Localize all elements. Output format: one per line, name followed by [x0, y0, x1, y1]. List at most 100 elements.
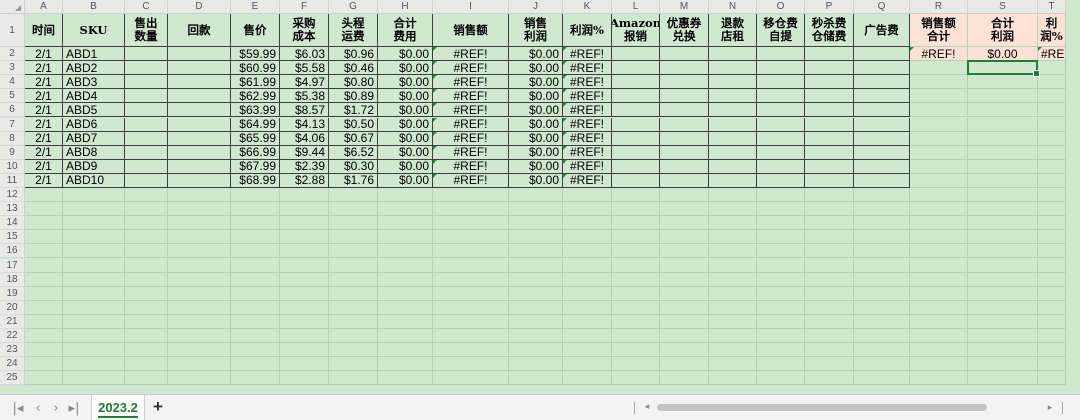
table-cell[interactable] [125, 103, 168, 118]
empty-cell[interactable] [378, 244, 433, 259]
empty-cell[interactable] [563, 371, 612, 386]
table-cell[interactable]: 2/1 [25, 103, 63, 118]
header-cell-q[interactable]: 广告费 [854, 14, 910, 47]
empty-cell[interactable] [854, 258, 910, 273]
row-header-22[interactable]: 22 [0, 329, 25, 344]
table-cell[interactable] [125, 61, 168, 76]
table-cell[interactable]: ABD4 [63, 89, 125, 104]
table-cell[interactable] [757, 61, 805, 76]
table-cell[interactable]: $0.00 [509, 131, 563, 146]
table-cell[interactable]: #REF! [433, 103, 509, 118]
column-header-c[interactable]: C [125, 0, 168, 14]
empty-cell[interactable] [433, 329, 509, 344]
empty-cell[interactable] [910, 357, 968, 372]
empty-cell[interactable] [854, 216, 910, 231]
table-cell[interactable]: $0.67 [329, 131, 378, 146]
empty-cell[interactable] [968, 75, 1038, 90]
scroll-right-arrow-icon[interactable]: ▸ [1042, 400, 1058, 416]
table-cell[interactable]: 2/1 [25, 145, 63, 160]
empty-cell[interactable] [805, 188, 854, 203]
empty-cell[interactable] [757, 343, 805, 358]
empty-cell[interactable] [612, 216, 660, 231]
empty-cell[interactable] [1038, 357, 1066, 372]
table-cell[interactable] [168, 61, 231, 76]
table-cell[interactable]: ABD2 [63, 61, 125, 76]
empty-cell[interactable] [125, 300, 168, 315]
table-cell[interactable]: 2/1 [25, 47, 63, 62]
row-header-20[interactable]: 20 [0, 300, 25, 315]
empty-cell[interactable] [709, 272, 757, 287]
column-header-j[interactable]: J [509, 0, 563, 14]
empty-cell[interactable] [968, 329, 1038, 344]
table-cell[interactable] [125, 159, 168, 174]
empty-cell[interactable] [63, 286, 125, 301]
table-cell[interactable]: ABD9 [63, 159, 125, 174]
table-cell[interactable] [612, 145, 660, 160]
column-header-g[interactable]: G [329, 0, 378, 14]
empty-cell[interactable] [231, 202, 280, 217]
empty-cell[interactable] [280, 357, 329, 372]
empty-cell[interactable] [612, 357, 660, 372]
table-cell[interactable]: $0.00 [378, 89, 433, 104]
empty-cell[interactable] [433, 244, 509, 259]
empty-cell[interactable] [757, 272, 805, 287]
empty-cell[interactable] [660, 314, 709, 329]
table-cell[interactable]: ABD6 [63, 117, 125, 132]
empty-cell[interactable] [612, 258, 660, 273]
empty-cell[interactable] [63, 314, 125, 329]
empty-cell[interactable] [25, 314, 63, 329]
empty-cell[interactable] [854, 371, 910, 386]
table-cell[interactable]: #REF! [563, 89, 612, 104]
empty-cell[interactable] [25, 329, 63, 344]
table-cell[interactable] [757, 131, 805, 146]
empty-cell[interactable] [509, 329, 563, 344]
empty-cell[interactable] [168, 258, 231, 273]
empty-cell[interactable] [757, 371, 805, 386]
empty-cell[interactable] [378, 188, 433, 203]
empty-cell[interactable] [433, 300, 509, 315]
empty-cell[interactable] [660, 343, 709, 358]
empty-cell[interactable] [125, 314, 168, 329]
table-cell[interactable] [709, 159, 757, 174]
empty-cell[interactable] [660, 258, 709, 273]
table-cell[interactable] [805, 159, 854, 174]
table-cell[interactable]: 2/1 [25, 159, 63, 174]
empty-cell[interactable] [25, 216, 63, 231]
empty-cell[interactable] [709, 202, 757, 217]
empty-cell[interactable] [433, 343, 509, 358]
table-cell[interactable] [660, 47, 709, 62]
header-cell-d[interactable]: 回款 [168, 14, 231, 47]
row-header-21[interactable]: 21 [0, 314, 25, 329]
table-cell[interactable] [125, 131, 168, 146]
table-cell[interactable] [660, 117, 709, 132]
table-cell[interactable]: #REF! [563, 173, 612, 188]
table-cell[interactable]: $0.00 [378, 75, 433, 90]
empty-cell[interactable] [805, 343, 854, 358]
empty-cell[interactable] [563, 230, 612, 245]
empty-cell[interactable] [231, 314, 280, 329]
column-header-n[interactable]: N [709, 0, 757, 14]
empty-cell[interactable] [612, 286, 660, 301]
table-cell[interactable] [660, 103, 709, 118]
empty-cell[interactable] [280, 314, 329, 329]
table-cell[interactable] [709, 75, 757, 90]
empty-cell[interactable] [1038, 202, 1066, 217]
table-cell[interactable]: $62.99 [231, 89, 280, 104]
first-sheet-button[interactable]: |◂ [10, 400, 26, 416]
table-cell[interactable] [660, 75, 709, 90]
table-cell[interactable]: $0.50 [329, 117, 378, 132]
empty-cell[interactable] [854, 329, 910, 344]
empty-cell[interactable] [757, 188, 805, 203]
empty-cell[interactable] [660, 244, 709, 259]
table-cell[interactable]: $0.00 [509, 89, 563, 104]
column-header-t[interactable]: T [1038, 0, 1066, 14]
empty-cell[interactable] [509, 258, 563, 273]
table-cell[interactable]: $1.76 [329, 173, 378, 188]
empty-cell[interactable] [168, 188, 231, 203]
empty-cell[interactable] [231, 258, 280, 273]
empty-cell[interactable] [378, 286, 433, 301]
empty-cell[interactable] [25, 343, 63, 358]
table-cell[interactable] [125, 173, 168, 188]
empty-cell[interactable] [910, 272, 968, 287]
table-cell[interactable]: #REF! [433, 159, 509, 174]
